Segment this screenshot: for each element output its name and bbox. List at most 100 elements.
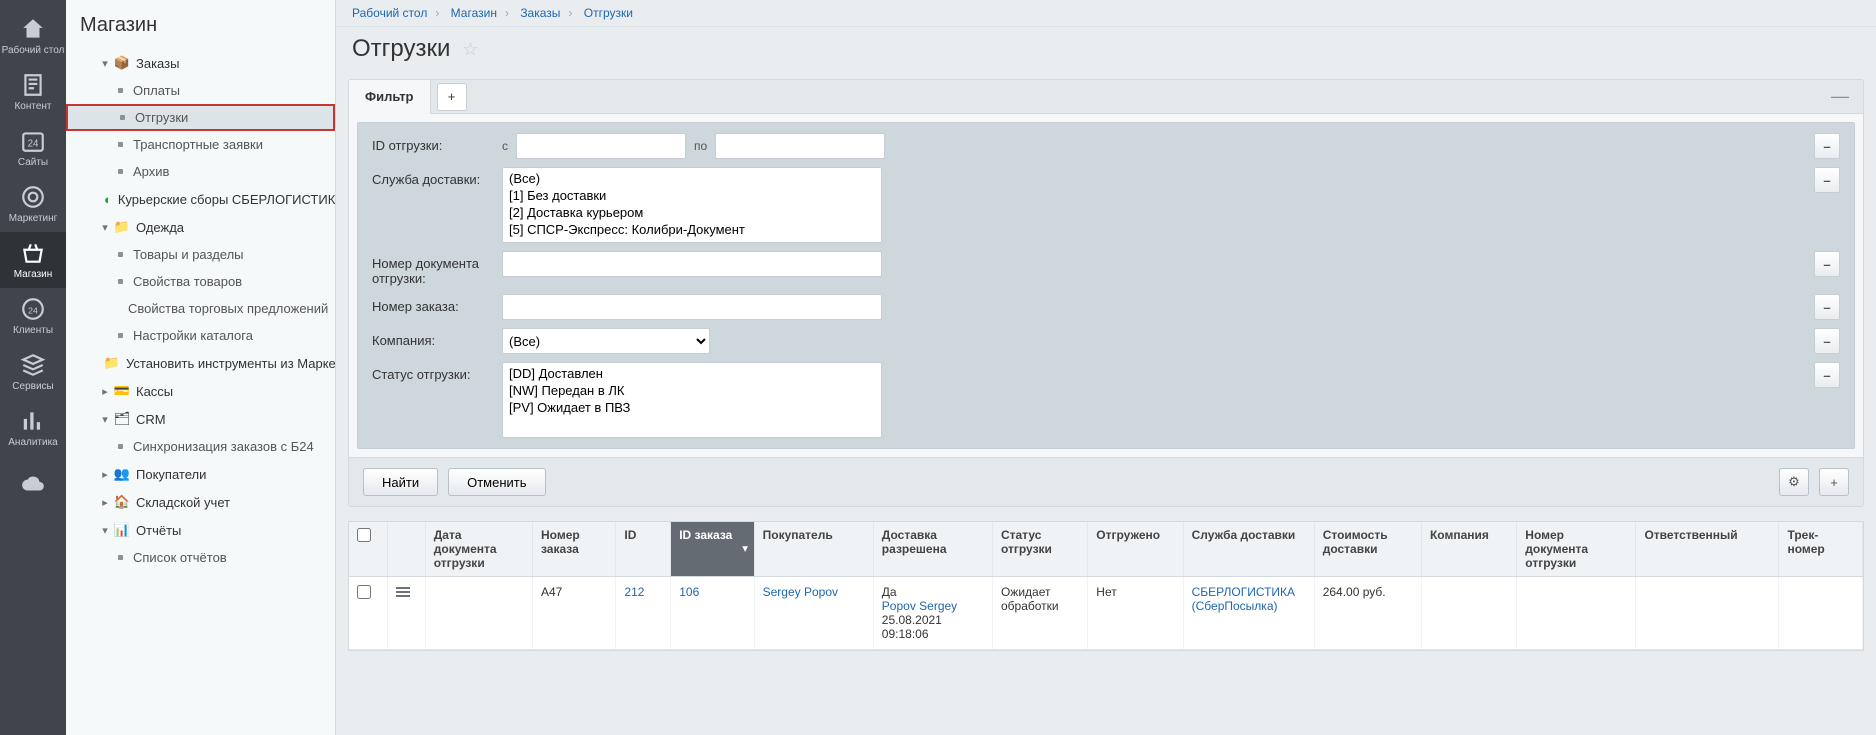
filter-id-label: ID отгрузки: [372,133,492,153]
tree-warehouse[interactable]: ▸🏠Складской учет [66,488,335,516]
filter-company-select[interactable]: (Все) [502,328,710,354]
tree-transport[interactable]: Транспортные заявки [66,131,335,158]
rail-clients[interactable]: 24 Клиенты [0,288,66,344]
cell-track [1779,577,1863,650]
filter-remove-button[interactable]: – [1814,251,1840,277]
tree-payments[interactable]: Оплаты [66,77,335,104]
col-orderid[interactable]: ID заказа [671,522,754,577]
crumb-orders[interactable]: Заказы [520,6,560,20]
left-rail: Рабочий стол Контент 24 Сайты Маркетинг … [0,0,66,735]
cell-shipped: Нет [1088,577,1183,650]
tree-trade-props[interactable]: Свойства торговых предложений [66,295,335,322]
filter-ordernum-input[interactable] [502,294,882,320]
col-id[interactable]: ID [616,522,671,577]
rail-sites[interactable]: 24 Сайты [0,120,66,176]
rail-desktop[interactable]: Рабочий стол [0,8,66,64]
home-icon [20,16,46,42]
filter-docnum-input[interactable] [502,251,882,277]
cell-id-link[interactable]: 212 [624,585,644,599]
rail-content[interactable]: Контент [0,64,66,120]
col-date[interactable]: Дата документа отгрузки [425,522,532,577]
rail-cloud[interactable] [0,456,66,512]
filter-remove-button[interactable]: – [1814,328,1840,354]
tree-goods[interactable]: Товары и разделы [66,241,335,268]
cell-allowed-name[interactable]: Popov Sergey [882,599,957,613]
filter-delivery-select[interactable]: (Все) [1] Без доставки [2] Доставка курь… [502,167,882,243]
row-menu-icon[interactable] [396,585,410,599]
col-status[interactable]: Статус отгрузки [992,522,1087,577]
cell-orderid-link[interactable]: 106 [679,585,699,599]
tree-crm-sync[interactable]: Синхронизация заказов с Б24 [66,433,335,460]
col-shipped[interactable]: Отгружено [1088,522,1183,577]
row-checkbox[interactable] [357,585,371,599]
crumb-desktop[interactable]: Рабочий стол [352,6,427,20]
rail-label: Клиенты [13,325,53,336]
rail-services[interactable]: Сервисы [0,344,66,400]
cell-date [425,577,532,650]
filter-collapse-icon[interactable]: — [1825,86,1855,107]
col-responsible[interactable]: Ответственный [1636,522,1779,577]
table-row[interactable]: A47 212 106 Sergey Popov Да Popov Sergey… [349,577,1863,650]
crm-icon: 🗂 [114,411,130,427]
tree-buyers[interactable]: ▸👥Покупатели [66,460,335,488]
tree-props[interactable]: Свойства товаров [66,268,335,295]
page-title: Отгрузки [352,35,450,63]
tree-clothes[interactable]: ▾📁Одежда [66,213,335,241]
rail-label: Рабочий стол [2,45,65,56]
tree-reports[interactable]: ▾📊Отчёты [66,516,335,544]
col-allowed[interactable]: Доставка разрешена [873,522,992,577]
select-all-checkbox[interactable] [357,528,371,542]
rail-label: Сайты [18,157,48,168]
tree-cash[interactable]: ▸💳Кассы [66,377,335,405]
tree-marketplace[interactable]: 📁Установить инструменты из Маркетплейс [66,349,335,377]
tree-orders[interactable]: ▾📦Заказы [66,49,335,77]
tree-archive[interactable]: Архив [66,158,335,185]
main: Рабочий стол› Магазин› Заказы› Отгрузки … [336,0,1876,735]
rail-marketing[interactable]: Маркетинг [0,176,66,232]
results-grid: Дата документа отгрузки Номер заказа ID … [348,521,1864,651]
rail-analytics[interactable]: Аналитика [0,400,66,456]
col-check[interactable] [349,522,387,577]
col-buyer[interactable]: Покупатель [754,522,873,577]
filter-remove-button[interactable]: – [1814,167,1840,193]
col-track[interactable]: Трек-номер [1779,522,1863,577]
stack-icon [20,352,46,378]
crumb-shop[interactable]: Магазин [451,6,497,20]
tree-courier[interactable]: ◐Курьерские сборы СБЕРЛОГИСТИКА [66,185,335,213]
col-ordernum[interactable]: Номер заказа [533,522,616,577]
sidebar-title: Магазин [66,8,335,49]
filter-add-tab-button[interactable]: + [437,83,467,111]
doc-icon [20,72,46,98]
filter-status-select[interactable]: [DD] Доставлен [NW] Передан в ЛК [PV] Ож… [502,362,882,438]
cell-docnum [1517,577,1636,650]
filter-remove-button[interactable]: – [1814,362,1840,388]
filter-id-to-input[interactable] [715,133,885,159]
tree-cat-settings[interactable]: Настройки каталога [66,322,335,349]
cash-icon: 💳 [114,383,130,399]
col-company[interactable]: Компания [1421,522,1516,577]
filter-add-button[interactable]: + [1819,468,1849,496]
filter-id-from-input[interactable] [516,133,686,159]
rail-shop[interactable]: Магазин [0,232,66,288]
filter-tab[interactable]: Фильтр [349,80,431,114]
col-service[interactable]: Служба доставки [1183,522,1314,577]
cell-buyer-link[interactable]: Sergey Popov [763,585,838,599]
calendar-icon: 24 [20,128,46,154]
find-button[interactable]: Найти [363,468,438,496]
col-docnum[interactable]: Номер документа отгрузки [1517,522,1636,577]
filter-remove-button[interactable]: – [1814,294,1840,320]
tree-shipments[interactable]: Отгрузки [66,104,335,131]
clients-icon: 24 [20,296,46,322]
cancel-button[interactable]: Отменить [448,468,545,496]
sidebar: Магазин ▾📦Заказы Оплаты Отгрузки Транспо… [66,0,336,735]
col-cost[interactable]: Стоимость доставки [1314,522,1421,577]
cloud-icon [20,471,46,497]
tree-report-list[interactable]: Список отчётов [66,544,335,571]
filter-docnum-label: Номер документа отгрузки: [372,251,492,286]
favorite-star-icon[interactable]: ☆ [462,39,478,60]
tree-crm[interactable]: ▾🗂CRM [66,405,335,433]
filter-settings-button[interactable]: ⚙ [1779,468,1809,496]
sber-icon: ◐ [104,191,112,207]
filter-remove-button[interactable]: – [1814,133,1840,159]
crumb-shipments[interactable]: Отгрузки [584,6,633,20]
